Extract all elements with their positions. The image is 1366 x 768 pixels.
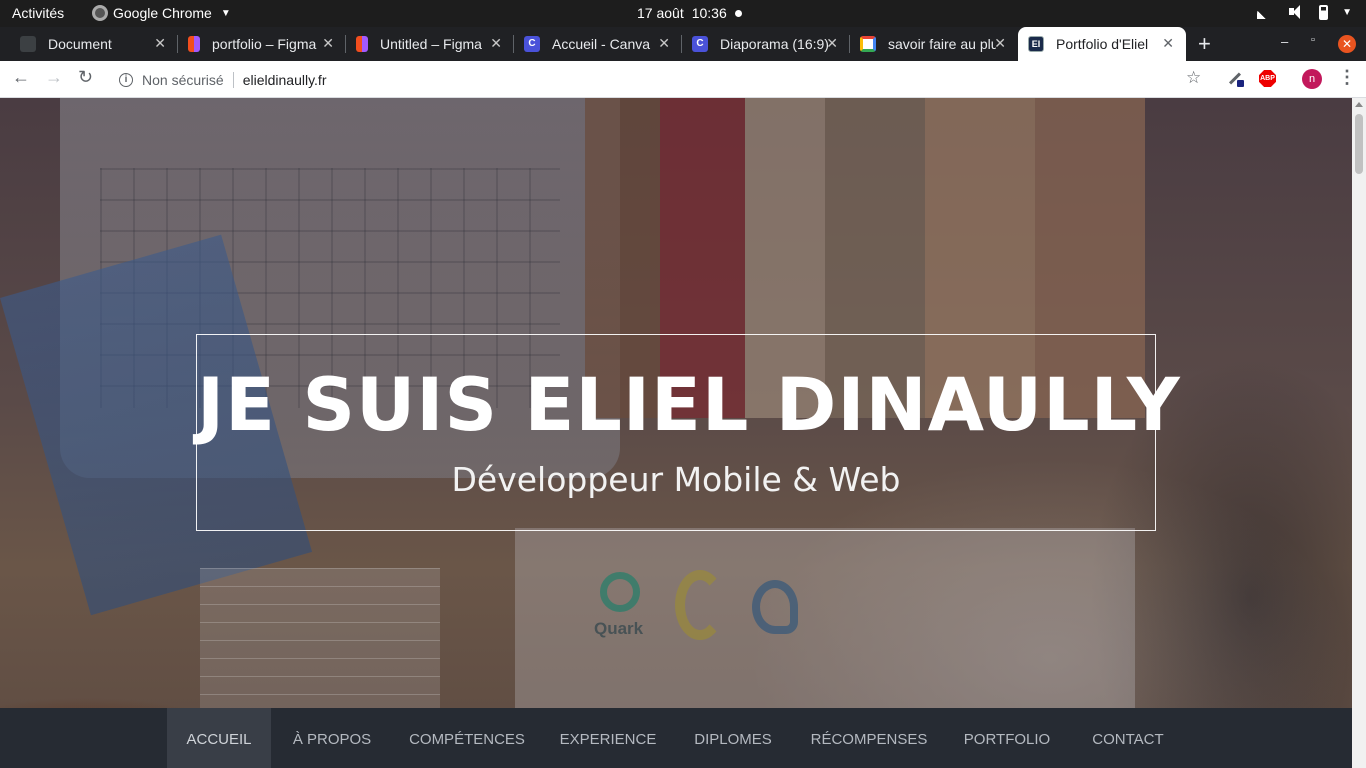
document-favicon-icon xyxy=(20,36,36,52)
clock[interactable]: 17 août 10:36 xyxy=(637,5,742,21)
tab-canva-home[interactable]: C Accueil - Canva ✕ xyxy=(514,27,682,61)
reload-icon[interactable]: ↻ xyxy=(78,67,93,88)
tab-strip: Document ✕ portfolio – Figma ✕ Untitled … xyxy=(0,27,1366,61)
notification-dot-icon xyxy=(734,9,742,17)
forward-arrow-icon[interactable]: → xyxy=(45,67,63,88)
back-arrow-icon[interactable]: ← xyxy=(12,67,30,88)
time: 10:36 xyxy=(691,5,727,21)
nav-contact[interactable]: CONTACT xyxy=(1078,708,1178,768)
hero-title: JE SUIS ELIEL DINAULLY xyxy=(197,363,1181,448)
nav-a-propos[interactable]: À PROPOS xyxy=(282,708,382,768)
new-tab-icon[interactable]: + xyxy=(1198,31,1211,57)
scroll-up-arrow-icon[interactable] xyxy=(1355,102,1363,107)
canva-favicon-icon: C xyxy=(692,36,708,52)
app-menu[interactable]: Google Chrome ▼ xyxy=(92,5,231,21)
figma-favicon-icon xyxy=(356,36,368,52)
close-tab-icon[interactable]: ✕ xyxy=(1162,35,1174,52)
nav-experience[interactable]: EXPERIENCE xyxy=(552,708,664,768)
extension-icon[interactable] xyxy=(1228,71,1244,87)
nav-portfolio[interactable]: PORTFOLIO xyxy=(956,708,1058,768)
nav-accueil[interactable]: ACCUEIL xyxy=(167,708,271,768)
figma-favicon-icon xyxy=(188,36,200,52)
ed-favicon-icon: EI xyxy=(1028,36,1044,52)
tab-title: Untitled – Figma xyxy=(380,36,482,52)
adblock-plus-icon[interactable]: ABP xyxy=(1259,70,1276,87)
maximize-icon[interactable]: ▫ xyxy=(1311,34,1315,46)
c-logo-icon xyxy=(675,570,725,640)
volume-icon xyxy=(1289,4,1305,20)
tab-portfolio-active[interactable]: EI Portfolio d'Eliel ✕ xyxy=(1018,27,1186,61)
security-label: Non sécurisé xyxy=(142,71,224,88)
quark-logo-icon xyxy=(600,572,640,612)
main-navigation: ACCUEIL À PROPOS COMPÉTENCES EXPERIENCE … xyxy=(0,708,1352,768)
bookmark-star-icon[interactable]: ☆ xyxy=(1186,68,1201,88)
page-scrollbar[interactable] xyxy=(1352,98,1366,768)
scrollbar-thumb[interactable] xyxy=(1355,114,1363,174)
close-tab-icon[interactable]: ✕ xyxy=(658,35,670,52)
close-tab-icon[interactable]: ✕ xyxy=(322,35,334,52)
hero-title-frame: JE SUIS ELIEL DINAULLY Développeur Mobil… xyxy=(196,334,1181,531)
nav-recompenses[interactable]: RÉCOMPENSES xyxy=(802,708,936,768)
tab-google-search[interactable]: savoir faire au pluriel ✕ xyxy=(850,27,1018,61)
tab-title: Accueil - Canva xyxy=(552,36,651,52)
menu-kebab-icon[interactable]: ⋮ xyxy=(1338,67,1356,88)
google-favicon-icon xyxy=(860,36,876,52)
tab-title: Diaporama (16:9) xyxy=(720,36,828,52)
nav-competences[interactable]: COMPÉTENCES xyxy=(402,708,532,768)
minimize-icon[interactable]: – xyxy=(1281,34,1288,49)
close-tab-icon[interactable]: ✕ xyxy=(490,35,502,52)
close-tab-icon[interactable]: ✕ xyxy=(826,35,838,52)
hero-subtitle: Développeur Mobile & Web xyxy=(451,460,901,499)
tab-title: Portfolio d'Eliel xyxy=(1056,36,1149,52)
tab-title: Document xyxy=(48,36,112,52)
caret-down-icon: ▼ xyxy=(1342,6,1352,18)
window-close-icon[interactable]: ✕ xyxy=(1338,35,1356,53)
close-tab-icon[interactable]: ✕ xyxy=(994,35,1006,52)
browser-toolbar: ← → ↻ i Non sécurisé elieldinaully.fr ☆ … xyxy=(0,61,1366,98)
a-logo-icon xyxy=(752,580,798,634)
page-viewport: Quark JE SUIS ELIEL DINAULLY Développeur… xyxy=(0,98,1352,768)
tab-untitled-figma[interactable]: Untitled – Figma ✕ xyxy=(346,27,514,61)
address-bar[interactable]: i Non sécurisé elieldinaully.fr xyxy=(110,65,1214,94)
url-text[interactable]: elieldinaully.fr xyxy=(243,72,327,88)
app-name: Google Chrome xyxy=(113,5,212,21)
url-separator xyxy=(232,71,234,88)
tab-canva-slideshow[interactable]: C Diaporama (16:9) ✕ xyxy=(682,27,850,61)
chevron-down-icon: ▼ xyxy=(220,7,231,19)
chrome-icon xyxy=(92,5,108,21)
tab-portfolio-figma[interactable]: portfolio – Figma ✕ xyxy=(178,27,346,61)
canva-favicon-icon: C xyxy=(524,36,540,52)
date: 17 août xyxy=(637,5,684,21)
nav-diplomes[interactable]: DIPLOMES xyxy=(684,708,782,768)
tab-title: portfolio – Figma xyxy=(212,36,317,52)
activities-button[interactable]: Activités xyxy=(12,5,64,21)
wifi-icon xyxy=(1257,5,1276,19)
system-top-bar: Activités Google Chrome ▼ 17 août 10:36 … xyxy=(0,0,1366,27)
quark-logo-text: Quark xyxy=(594,619,644,638)
battery-icon xyxy=(1319,4,1329,20)
tab-title: savoir faire au pluriel xyxy=(888,36,996,52)
close-tab-icon[interactable]: ✕ xyxy=(154,35,166,52)
profile-avatar[interactable]: n xyxy=(1302,69,1322,89)
tab-document[interactable]: Document ✕ xyxy=(10,27,178,61)
system-tray[interactable]: ▼ xyxy=(1257,4,1352,20)
info-icon[interactable]: i xyxy=(119,72,133,87)
